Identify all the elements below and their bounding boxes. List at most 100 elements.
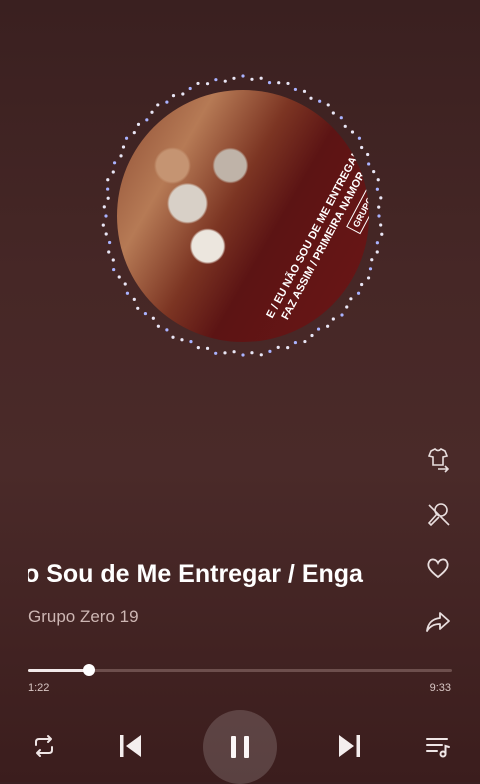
costume-swap-icon[interactable] — [423, 445, 453, 475]
visualizer-dot — [316, 327, 321, 331]
visualizer-dot — [223, 351, 227, 355]
visualizer-dot — [106, 187, 110, 191]
visualizer-dot — [156, 103, 160, 107]
album-visualizer: E / EU NÃO SOU DE ME ENTREGAR / FAZ ASSI… — [95, 68, 391, 364]
visualizer-dot — [171, 94, 176, 98]
visualizer-dot — [104, 214, 108, 218]
visualizer-dot — [241, 353, 245, 357]
album-art[interactable]: E / EU NÃO SOU DE ME ENTREGAR / FAZ ASSI… — [117, 90, 369, 342]
visualizer-dot — [345, 305, 349, 309]
next-button[interactable] — [332, 728, 368, 764]
visualizer-dot — [350, 130, 355, 134]
no-lyrics-mic-icon[interactable] — [423, 499, 453, 529]
visualizer-dot — [171, 335, 175, 339]
visualizer-dot — [356, 291, 361, 295]
visualizer-dot — [111, 170, 115, 174]
repeat-icon — [35, 735, 53, 757]
visualizer-dot — [250, 77, 254, 81]
visualizer-dot — [331, 111, 335, 115]
visualizer-dot — [310, 333, 314, 338]
heart-icon[interactable] — [423, 553, 453, 583]
visualizer-dot — [366, 276, 371, 280]
visualizer-dot — [340, 313, 344, 317]
visualizer-dot — [259, 353, 263, 357]
pause-icon — [231, 736, 249, 758]
progress-bar[interactable] — [28, 664, 452, 676]
visualizer-dot — [277, 81, 281, 85]
visualizer-dot — [107, 250, 111, 254]
visualizer-dot — [293, 87, 298, 92]
progress-fill — [28, 669, 90, 672]
visualizer-dot — [267, 81, 272, 85]
visualizer-dot — [104, 232, 108, 236]
visualizer-dot — [377, 205, 381, 209]
visualizer-dot — [189, 340, 193, 344]
visualizer-dot — [375, 250, 379, 254]
visualizer-dot — [250, 351, 254, 355]
visualizer-dot — [165, 100, 169, 104]
visualizer-dot — [111, 258, 115, 262]
visualizer-dot — [196, 81, 200, 86]
visualizer-dot — [339, 116, 343, 120]
visualizer-dot — [180, 338, 184, 342]
visualizer-dot — [318, 99, 322, 103]
play-pause-button[interactable] — [203, 710, 277, 784]
repeat-button[interactable] — [26, 728, 62, 764]
queue-button[interactable] — [419, 728, 455, 764]
visualizer-dot — [357, 136, 362, 140]
visualizer-dot — [143, 311, 148, 316]
visualizer-dot — [136, 122, 141, 126]
visualizer-dot — [205, 346, 210, 350]
visualizer-dot — [232, 76, 236, 80]
visualizer-dot — [151, 316, 155, 320]
visualizer-dot — [132, 297, 136, 302]
visualizer-dot — [241, 74, 245, 78]
visualizer-dot — [123, 282, 127, 286]
visualizer-dot — [108, 240, 112, 245]
visualizer-dot — [223, 79, 227, 83]
visualizer-dot — [343, 124, 347, 128]
track-title: o Sou de Me Entregar / Enga — [28, 560, 363, 588]
visualizer-dot — [196, 346, 200, 350]
visualizer-dot — [136, 306, 140, 310]
visualizer-dot — [124, 136, 129, 140]
visualizer-dot — [117, 275, 121, 279]
share-icon[interactable] — [423, 607, 453, 637]
visualizer-dot — [375, 241, 379, 245]
visualizer-dot — [286, 81, 290, 86]
visualizer-dot — [112, 161, 117, 165]
skip-previous-icon — [120, 735, 141, 757]
visualizer-dot — [370, 258, 374, 262]
visualizer-dot — [376, 178, 380, 182]
visualizer-dot — [188, 86, 192, 91]
previous-button[interactable] — [112, 728, 148, 764]
visualizer-dot — [349, 297, 353, 301]
visualizer-dot — [286, 346, 290, 350]
track-title-marquee: o Sou de Me Entregar / Enga — [28, 560, 402, 589]
visualizer-dot — [102, 205, 106, 209]
visualizer-dot — [205, 82, 210, 86]
visualizer-dot — [214, 78, 218, 82]
visualizer-dot — [379, 223, 383, 227]
visualizer-dot — [360, 282, 364, 287]
visualizer-dot — [326, 324, 330, 328]
visualizer-dot — [106, 178, 110, 182]
visualizer-dot — [368, 267, 373, 271]
visualizer-dot — [125, 291, 130, 295]
visualizer-dot — [379, 196, 383, 200]
visualizer-dot — [375, 187, 379, 191]
visualizer-dot — [145, 118, 149, 122]
visualizer-dot — [156, 324, 160, 328]
visualizer-dot — [380, 232, 384, 236]
artist-name[interactable]: Grupo Zero 19 — [28, 607, 139, 627]
visualizer-dot — [121, 145, 126, 149]
visualizer-dot — [112, 267, 116, 272]
visualizer-dot — [232, 350, 236, 354]
skip-next-icon — [339, 735, 360, 757]
visualizer-dot — [165, 328, 169, 332]
visualizer-dot — [214, 351, 218, 355]
visualizer-dot — [181, 92, 185, 96]
progress-handle[interactable] — [83, 664, 96, 676]
visualizer-dot — [259, 76, 263, 80]
visualizer-dot — [150, 110, 154, 114]
